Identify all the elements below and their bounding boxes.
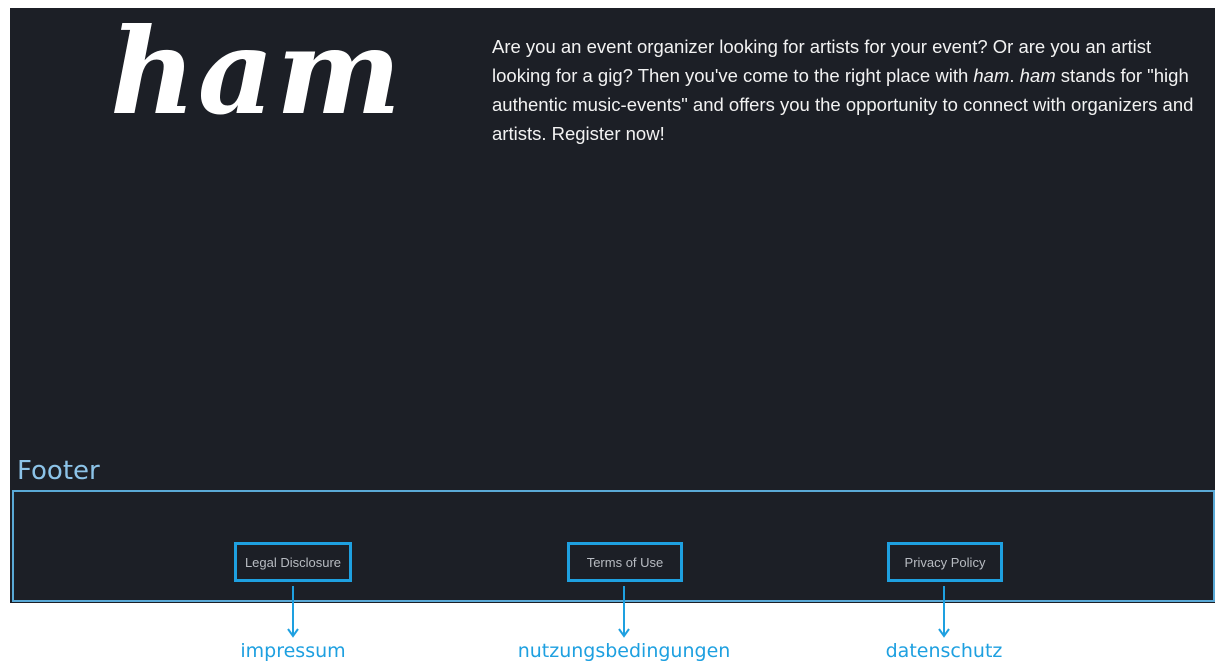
legal-disclosure-link[interactable]: Legal Disclosure [234,542,352,582]
terms-of-use-link[interactable]: Terms of Use [567,542,683,582]
arrow-down-icon [287,586,299,638]
ham-logo[interactable]: ham [110,2,403,142]
intro-text: Are you an event organizer looking for a… [492,32,1202,148]
intro-brand-1: ham [973,65,1010,86]
intro-brand-2: ham [1019,65,1056,86]
annotation-impressum: impressum [240,640,346,662]
page-screen: ham Are you an event organizer looking f… [10,2,1215,603]
footer-title: Footer [17,456,100,486]
arrow-down-icon [938,586,950,638]
intro-part-2: . [1009,65,1020,86]
privacy-policy-link[interactable]: Privacy Policy [887,542,1003,582]
annotation-nutzungsbedingungen: nutzungsbedingungen [517,640,731,662]
annotation-datenschutz: datenschutz [885,640,1003,662]
arrow-down-icon [618,586,630,638]
